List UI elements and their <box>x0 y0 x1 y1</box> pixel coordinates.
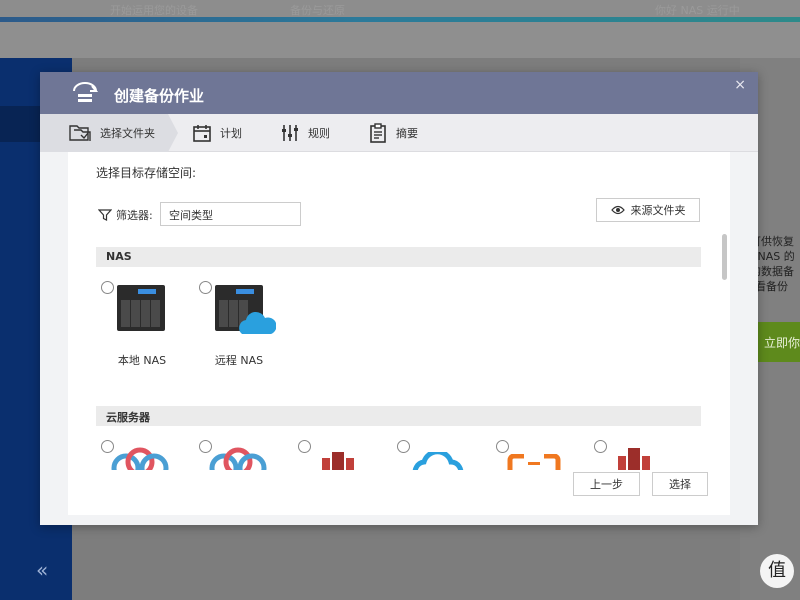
background-ghost-text: 开始运用您的设备 <box>110 4 198 17</box>
dialog-header: 创建备份作业 × <box>40 72 758 114</box>
remote-nas-radio[interactable] <box>199 281 212 294</box>
close-icon[interactable]: × <box>734 77 746 93</box>
background-header <box>0 22 800 58</box>
cloud-option-radio[interactable] <box>397 440 410 453</box>
folder-select-icon <box>68 123 92 143</box>
cloud-option-radio[interactable] <box>298 440 311 453</box>
remote-nas-icon[interactable] <box>214 284 277 339</box>
content-scrollbar[interactable] <box>722 234 727 280</box>
background-ghost-text: 你好 NAS 运行中 <box>655 4 740 17</box>
cloud-option-radio[interactable] <box>594 440 607 453</box>
select-button[interactable]: 选择 <box>652 472 708 496</box>
dialog-title: 创建备份作业 <box>114 87 205 105</box>
aws-s3-icon[interactable] <box>318 450 358 470</box>
local-nas-radio[interactable] <box>101 281 114 294</box>
remote-nas-label: 远程 NAS <box>214 354 264 367</box>
calendar-icon <box>192 123 212 143</box>
filter-label: 筛选器: <box>116 209 153 222</box>
watermark-logo: 值 <box>760 554 794 588</box>
aws-glacier-icon[interactable] <box>614 446 654 470</box>
filter-input[interactable]: 空间类型 <box>160 202 301 226</box>
local-nas-icon[interactable] <box>116 284 166 335</box>
create-backup-job-dialog: 创建备份作业 × 选择文件夹 计划 规则 摘要 选择目标存储空间: 筛选器: 空… <box>40 72 758 525</box>
cloud-option-radio[interactable] <box>496 440 509 453</box>
section-nas: NAS <box>96 247 701 267</box>
eye-icon <box>610 205 625 215</box>
filter: 筛选器: <box>98 207 153 223</box>
local-nas-label: 本地 NAS <box>117 354 167 367</box>
filter-icon <box>98 209 112 221</box>
step-rules[interactable]: 规则 <box>280 114 330 152</box>
collapse-sidebar-icon[interactable]: « <box>36 558 48 582</box>
step-schedule[interactable]: 计划 <box>192 114 242 152</box>
active-step-arrow <box>168 114 178 152</box>
clipboard-icon <box>368 123 388 143</box>
cloud-icon[interactable] <box>410 452 466 470</box>
cloud-service-icon[interactable] <box>208 446 268 470</box>
step-label: 计划 <box>220 127 242 140</box>
source-folder-label: 来源文件夹 <box>630 204 686 217</box>
sliders-icon <box>280 123 300 143</box>
alibaba-cloud-icon[interactable] <box>506 454 562 470</box>
step-label: 规则 <box>308 127 330 140</box>
azure-cloud-icon[interactable] <box>110 446 170 470</box>
back-button[interactable]: 上一步 <box>573 472 640 496</box>
select-destination-prompt: 选择目标存储空间: <box>96 166 197 180</box>
wizard-steps: 选择文件夹 计划 规则 摘要 <box>40 114 758 152</box>
cloud-options <box>68 422 730 470</box>
step-select-folder[interactable]: 选择文件夹 <box>40 114 168 152</box>
step-label: 摘要 <box>396 127 418 140</box>
step-label: 选择文件夹 <box>100 127 155 140</box>
background-ghost-text: 备份与还原 <box>290 4 345 17</box>
backup-job-icon <box>70 82 100 109</box>
background-restore-button[interactable]: 立即你 <box>756 322 800 362</box>
source-folder-button[interactable]: 来源文件夹 <box>596 198 700 222</box>
step-summary[interactable]: 摘要 <box>368 114 418 152</box>
dialog-content: 选择目标存储空间: 筛选器: 空间类型 来源文件夹 NAS 本地 NAS 远程 … <box>68 152 730 515</box>
